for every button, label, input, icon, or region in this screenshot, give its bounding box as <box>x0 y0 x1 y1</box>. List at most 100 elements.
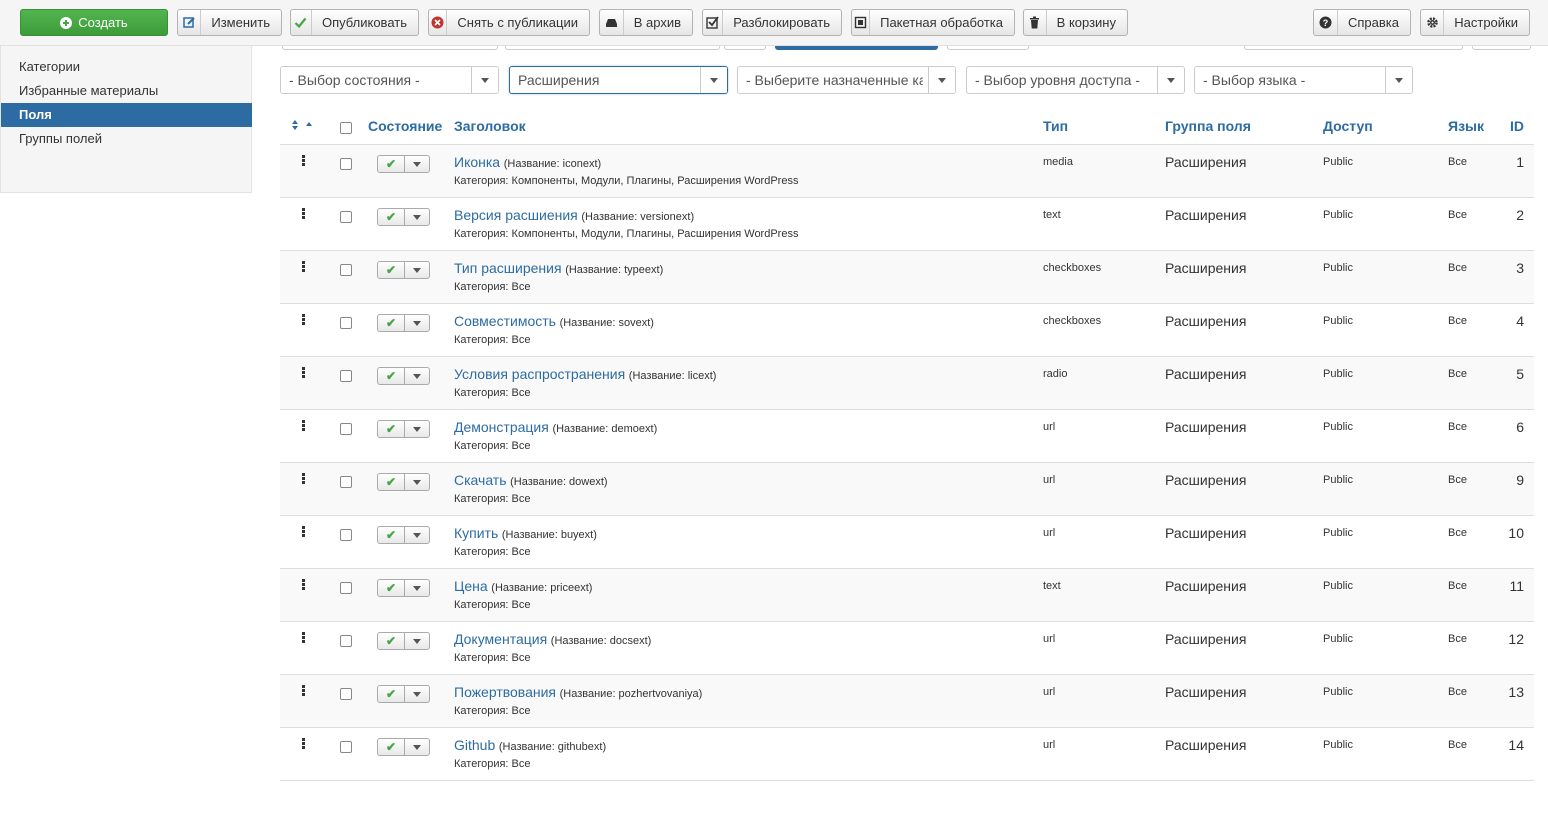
drag-handle-icon[interactable] <box>302 579 306 591</box>
sidebar-item-featured[interactable]: Избранные материалы <box>1 79 252 103</box>
context-filter-select[interactable]: Расширения <box>509 66 728 94</box>
field-title-link[interactable]: Документация <box>454 631 547 647</box>
published-check-icon[interactable]: ✔ <box>378 156 405 172</box>
header-title[interactable]: Заголовок <box>454 110 526 145</box>
header-language[interactable]: Язык <box>1448 110 1484 145</box>
drag-handle-icon[interactable] <box>302 526 306 538</box>
drag-handle-icon[interactable] <box>302 208 306 220</box>
row-checkbox[interactable] <box>340 158 352 170</box>
row-checkbox[interactable] <box>340 423 352 435</box>
edit-button[interactable]: Изменить <box>177 9 282 36</box>
row-checkbox[interactable] <box>340 741 352 753</box>
sidebar-item-fields[interactable]: Поля <box>1 103 252 127</box>
drag-handle-icon[interactable] <box>302 261 306 273</box>
drag-handle-icon[interactable] <box>302 314 306 326</box>
publish-toggle[interactable]: ✔ <box>377 261 430 279</box>
header-type[interactable]: Тип <box>1043 110 1068 145</box>
drag-handle-icon[interactable] <box>302 632 306 644</box>
row-checkbox[interactable] <box>340 529 352 541</box>
field-title-link[interactable]: Github <box>454 737 495 753</box>
header-id[interactable]: ID <box>1510 110 1524 145</box>
state-filter-select[interactable]: - Выбор состояния - <box>280 66 499 94</box>
published-check-icon[interactable]: ✔ <box>378 474 405 490</box>
publish-toggle[interactable]: ✔ <box>377 208 430 226</box>
chevron-down-icon[interactable] <box>405 580 429 596</box>
row-checkbox[interactable] <box>340 688 352 700</box>
drag-handle-icon[interactable] <box>302 367 306 379</box>
publish-toggle[interactable]: ✔ <box>377 579 430 597</box>
chevron-down-icon[interactable] <box>405 527 429 543</box>
help-button[interactable]: ? Справка <box>1313 9 1411 36</box>
published-check-icon[interactable]: ✔ <box>378 633 405 649</box>
chevron-down-icon[interactable] <box>405 315 429 331</box>
published-check-icon[interactable]: ✔ <box>378 315 405 331</box>
chevron-down-icon[interactable] <box>405 262 429 278</box>
sidebar-item-categories[interactable]: Категории <box>1 55 252 79</box>
row-checkbox[interactable] <box>340 264 352 276</box>
chevron-down-icon[interactable] <box>405 209 429 225</box>
chevron-down-icon[interactable] <box>405 474 429 490</box>
publish-toggle[interactable]: ✔ <box>377 314 430 332</box>
publish-toggle[interactable]: ✔ <box>377 367 430 385</box>
published-check-icon[interactable]: ✔ <box>378 209 405 225</box>
sidebar-item-field-groups[interactable]: Группы полей <box>1 127 252 151</box>
publish-toggle[interactable]: ✔ <box>377 685 430 703</box>
chevron-down-icon[interactable] <box>405 739 429 755</box>
published-check-icon[interactable]: ✔ <box>378 739 405 755</box>
publish-toggle[interactable]: ✔ <box>377 473 430 491</box>
drag-handle-icon[interactable] <box>302 685 306 697</box>
published-check-icon[interactable]: ✔ <box>378 686 405 702</box>
drag-handle-icon[interactable] <box>302 420 306 432</box>
published-check-icon[interactable]: ✔ <box>378 368 405 384</box>
row-checkbox[interactable] <box>340 370 352 382</box>
field-title-link[interactable]: Цена <box>454 578 488 594</box>
publish-toggle[interactable]: ✔ <box>377 155 430 173</box>
header-group[interactable]: Группа поля <box>1165 110 1251 145</box>
chevron-down-icon[interactable] <box>405 633 429 649</box>
row-checkbox[interactable] <box>340 635 352 647</box>
unlock-button[interactable]: Разблокировать <box>702 9 842 36</box>
published-check-icon[interactable]: ✔ <box>378 262 405 278</box>
archive-button[interactable]: В архив <box>599 9 693 36</box>
published-check-icon[interactable]: ✔ <box>378 527 405 543</box>
create-button[interactable]: Создать <box>20 9 168 36</box>
publish-toggle[interactable]: ✔ <box>377 420 430 438</box>
field-title-link[interactable]: Тип расширения <box>454 260 562 276</box>
ordering-sort-icon[interactable] <box>291 111 315 146</box>
publish-toggle[interactable]: ✔ <box>377 526 430 544</box>
chevron-down-icon[interactable] <box>405 156 429 172</box>
chevron-down-icon[interactable] <box>405 368 429 384</box>
publish-toggle[interactable]: ✔ <box>377 632 430 650</box>
field-title-link[interactable]: Совместимость <box>454 313 556 329</box>
published-check-icon[interactable]: ✔ <box>378 421 405 437</box>
header-access[interactable]: Доступ <box>1323 110 1373 145</box>
category-filter-select[interactable]: - Выберите назначенные категории - <box>737 66 956 94</box>
row-checkbox[interactable] <box>340 211 352 223</box>
drag-handle-icon[interactable] <box>302 155 306 167</box>
trash-button[interactable]: В корзину <box>1023 9 1128 36</box>
row-checkbox[interactable] <box>340 582 352 594</box>
field-title-link[interactable]: Купить <box>454 525 498 541</box>
header-state[interactable]: Состояние <box>368 110 442 145</box>
field-title-link[interactable]: Условия распространения <box>454 366 625 382</box>
publish-button[interactable]: Опубликовать <box>290 9 419 36</box>
field-title-link[interactable]: Версия расшиения <box>454 207 578 223</box>
field-title-link[interactable]: Иконка <box>454 154 500 170</box>
drag-handle-icon[interactable] <box>302 738 306 750</box>
chevron-down-icon[interactable] <box>405 421 429 437</box>
field-title-link[interactable]: Демонстрация <box>454 419 549 435</box>
publish-toggle[interactable]: ✔ <box>377 738 430 756</box>
field-title-link[interactable]: Пожертвования <box>454 684 556 700</box>
language-filter-select[interactable]: - Выбор языка - <box>1194 66 1413 94</box>
settings-button[interactable]: Настройки <box>1420 9 1530 36</box>
drag-handle-icon[interactable] <box>302 473 306 485</box>
field-title-link[interactable]: Скачать <box>454 472 507 488</box>
chevron-down-icon[interactable] <box>405 686 429 702</box>
check-all-checkbox[interactable] <box>340 122 352 134</box>
batch-button[interactable]: Пакетная обработка <box>851 9 1015 36</box>
unpublish-button[interactable]: Снять с публикации <box>428 9 590 36</box>
row-checkbox[interactable] <box>340 476 352 488</box>
row-checkbox[interactable] <box>340 317 352 329</box>
access-filter-select[interactable]: - Выбор уровня доступа - <box>966 66 1185 94</box>
published-check-icon[interactable]: ✔ <box>378 580 405 596</box>
